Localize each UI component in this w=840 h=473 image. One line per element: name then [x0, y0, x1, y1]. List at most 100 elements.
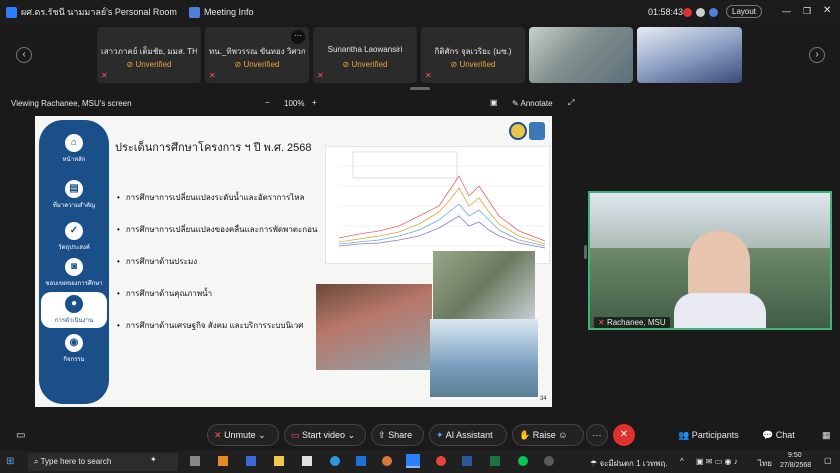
chevron-down-icon: ⌄	[258, 430, 266, 440]
hand-icon: ✋	[519, 430, 531, 440]
edge-icon[interactable]	[330, 456, 340, 466]
maximize-button[interactable]: ❐	[803, 6, 811, 17]
minimize-button[interactable]: —	[782, 6, 791, 16]
slide-page-number: 34	[540, 396, 547, 402]
participant-name: ทน._ทิพวรรณ ขันทอง วิศวก...	[209, 47, 305, 56]
shared-slide: ⌂ หน้าหลัก ▤ ที่มาความสำคัญ ✓ วัตถุประสงค์ …	[35, 116, 552, 407]
windows-start-icon[interactable]: ⊞	[6, 456, 14, 467]
more-button[interactable]: ···	[586, 424, 608, 446]
app-icon[interactable]	[302, 456, 312, 466]
raise-button[interactable]: ✋ Raise ☺	[512, 424, 584, 446]
language-indicator[interactable]: ไทย	[758, 457, 772, 470]
mic-muted-icon: ✕	[425, 71, 432, 80]
search-icon: ⌕	[34, 457, 39, 466]
map-photo	[433, 251, 535, 319]
slide-bullet: การศึกษาด้านประมง	[117, 255, 197, 268]
outlook-icon[interactable]	[356, 456, 366, 466]
meeting-info-icon[interactable]	[188, 6, 200, 18]
share-button[interactable]: ⇪ Share	[371, 424, 424, 446]
group-icon: ◉	[65, 334, 83, 352]
ai-icon: ✦	[436, 430, 444, 440]
clock-time[interactable]: 9:50	[788, 452, 802, 459]
layout-label: Layout	[732, 7, 757, 16]
speaker-video[interactable]: ✕ Rachanee, MSU	[588, 191, 832, 330]
encryption-icon[interactable]	[709, 8, 718, 17]
file-explorer-icon[interactable]	[274, 456, 284, 466]
captions-icon[interactable]: ▭	[16, 430, 25, 441]
app-icon[interactable]	[218, 456, 228, 466]
mic-muted-icon: ✕	[209, 71, 216, 80]
line-icon[interactable]	[518, 456, 528, 466]
participant-name: Sunantha Laowansiri	[327, 45, 403, 54]
participant-tile[interactable]: เสาวภาคย์ เต็มชัย, มมส. TH ⊘ Unverified …	[97, 27, 201, 83]
meeting-info-link[interactable]: Meeting Info	[204, 7, 254, 17]
zoom-out-button[interactable]: −	[265, 98, 270, 107]
slide-menu-item-active: ● การดำเนินงาน	[41, 292, 107, 328]
participants-button[interactable]: 👥 Participants	[678, 430, 739, 441]
weather-widget[interactable]: ☂ จะมีฝนตก 1 เวทพฤ.	[590, 457, 668, 470]
zoom-level: 100%	[284, 99, 305, 108]
mic-muted-icon: ✕	[317, 71, 324, 80]
mic-muted-icon: ✕	[101, 71, 108, 80]
panel-resize-handle[interactable]	[584, 245, 587, 259]
view-options-icon[interactable]: ▣	[490, 98, 498, 107]
webex-icon[interactable]	[406, 454, 420, 468]
people-icon: 👥	[678, 430, 690, 440]
tray-chevron-icon[interactable]: ^	[680, 457, 684, 466]
participant-tile[interactable]: กิติศักร จุลเวริยะ (มซ.) ⊘ Unverified ✕	[421, 27, 525, 83]
cloud-rain-icon: ☂	[590, 459, 598, 468]
ai-assistant-button[interactable]: ✦ AI Assistant	[429, 424, 507, 446]
windows-taskbar: ⊞ ⌕ Type here to search ✦ ☂ จะมีฝนตก 1 เ…	[0, 451, 840, 473]
slide-sidebar: ⌂ หน้าหลัก ▤ ที่มาความสำคัญ ✓ วัตถุประสงค์ …	[39, 120, 109, 404]
record-icon[interactable]	[683, 8, 692, 17]
participant-video-tile[interactable]	[637, 27, 742, 83]
video-off-icon: ▭	[291, 430, 300, 440]
tray-icons[interactable]: ▣ ✉ ▭ ◉ ♪	[696, 457, 738, 466]
unverified-status: ⊘ Unverified	[342, 60, 388, 69]
unmute-button[interactable]: ✕ Unmute ⌄	[207, 424, 279, 446]
end-call-button[interactable]: ✕	[613, 424, 635, 446]
reactions-icon: ☺	[558, 430, 568, 440]
unverified-status: ⊘ Unverified	[126, 60, 172, 69]
market-photo	[316, 284, 432, 370]
task-view-icon[interactable]	[190, 456, 200, 466]
slide-bullet: การศึกษาด้านเศรษฐกิจ สังคม และบริการระบบ…	[117, 319, 304, 332]
home-icon: ⌂	[65, 134, 83, 152]
lock-icon[interactable]	[696, 8, 705, 17]
slide-bullet: การศึกษาด้านคุณภาพน้ำ	[117, 287, 212, 300]
strip-prev-button[interactable]: ‹	[16, 47, 32, 63]
participant-tile[interactable]: ทน._ทิพวรรณ ขันทอง วิศวก... ⊘ Unverified…	[205, 27, 309, 83]
app-icon[interactable]	[246, 456, 256, 466]
logo-icon	[509, 122, 527, 140]
chrome-icon[interactable]	[436, 456, 446, 466]
excel-icon[interactable]	[490, 456, 500, 466]
participant-name: เสาวภาคย์ เต็มชัย, มมส. TH	[101, 47, 197, 56]
clock-date[interactable]: 27/8/2568	[780, 462, 811, 469]
speaker-face	[688, 231, 750, 301]
slide-menu-item: ◉ กิจกรรม	[39, 334, 109, 364]
strip-resize-handle[interactable]	[410, 87, 430, 90]
fullscreen-icon[interactable]: ⤢	[568, 98, 574, 108]
start-video-button[interactable]: ▭ Start video ⌄	[284, 424, 366, 446]
unverified-status: ⊘ Unverified	[450, 60, 496, 69]
chat-button[interactable]: 💬 Chat	[762, 430, 795, 441]
participant-tile[interactable]: Sunantha Laowansiri ⊘ Unverified ✕	[313, 27, 417, 83]
more-options-icon[interactable]: ···	[291, 30, 305, 44]
bag-icon: ◙	[65, 258, 83, 276]
panel-toggle-icon[interactable]: ▦	[822, 430, 831, 441]
zoom-in-button[interactable]: +	[312, 98, 317, 107]
close-button[interactable]: ✕	[823, 5, 831, 16]
field-work-photo	[430, 319, 538, 397]
layout-button[interactable]: Layout	[726, 5, 763, 18]
annotate-button[interactable]: ✎ Annotate	[512, 99, 553, 108]
app-icon[interactable]	[382, 456, 392, 466]
mic-off-icon: ✕	[214, 430, 222, 440]
person-icon: ●	[65, 295, 83, 313]
viewing-label: Viewing Rachanee, MSU's screen	[11, 99, 132, 108]
strip-next-button[interactable]: ›	[809, 47, 825, 63]
chevron-left-icon: ‹	[22, 49, 26, 60]
app-icon[interactable]	[544, 456, 554, 466]
notification-icon[interactable]: ▢	[824, 456, 832, 465]
participant-video-tile[interactable]	[529, 27, 633, 83]
word-icon[interactable]	[462, 456, 472, 466]
